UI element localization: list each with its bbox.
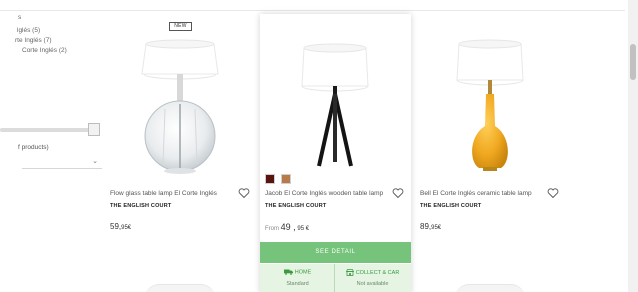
store-icon bbox=[345, 269, 354, 276]
filter-option[interactable]: s bbox=[18, 14, 21, 21]
scrollbar-thumb[interactable] bbox=[630, 44, 636, 80]
next-row-product-image[interactable] bbox=[455, 282, 525, 292]
see-detail-button[interactable]: SEE DETAIL bbox=[260, 242, 411, 263]
delivery-options: HOME Standard COLLECT & CAR Not availabl… bbox=[260, 264, 411, 292]
product-name[interactable]: Flow glass table lamp El Corte Inglés bbox=[110, 190, 217, 197]
product-card-jacob-wooden-lamp[interactable]: Jacob El Corte Inglés wooden table lamp … bbox=[260, 14, 411, 292]
color-swatches bbox=[265, 171, 293, 189]
filter-option[interactable]: rte Inglés (7) bbox=[15, 37, 52, 44]
delivery-home-option[interactable]: HOME Standard bbox=[260, 264, 335, 292]
product-brand: THE ENGLISH COURT bbox=[420, 203, 482, 209]
sort-select[interactable]: ⌄ bbox=[22, 156, 102, 169]
product-price: 89,95€ bbox=[420, 222, 442, 231]
collect-and-car-title: COLLECT & CAR bbox=[335, 269, 410, 276]
chevron-down-icon: ⌄ bbox=[92, 158, 98, 165]
price-range-track[interactable] bbox=[0, 128, 96, 132]
heart-icon[interactable] bbox=[547, 187, 559, 199]
collect-and-car-status: Not available bbox=[356, 281, 389, 287]
price-range-handle[interactable] bbox=[88, 123, 100, 136]
truck-icon bbox=[283, 269, 293, 275]
heart-icon[interactable] bbox=[238, 187, 250, 199]
page-scrollbar[interactable] bbox=[628, 0, 638, 292]
next-row-product-image[interactable] bbox=[145, 282, 215, 292]
delivery-home-status: Standard bbox=[286, 281, 309, 287]
delivery-home-title: HOME bbox=[260, 269, 335, 275]
product-brand: THE ENGLISH COURT bbox=[110, 203, 172, 209]
product-image[interactable] bbox=[105, 34, 255, 179]
product-image[interactable] bbox=[415, 34, 565, 179]
product-brand: THE ENGLISH COURT bbox=[265, 203, 327, 209]
filter-option[interactable]: lglés (5) bbox=[17, 27, 40, 34]
product-name[interactable]: Jacob El Corte Inglés wooden table lamp bbox=[265, 190, 383, 197]
product-card-flow-glass-lamp[interactable]: NEW Flow glass table lamp El Corte Inglé… bbox=[105, 14, 255, 254]
color-swatch-dark-wood[interactable] bbox=[265, 174, 275, 184]
new-badge: NEW bbox=[169, 22, 192, 31]
product-price: 59,95€ bbox=[110, 222, 132, 231]
product-card-bell-ceramic-lamp[interactable]: Bell El Corte Inglés ceramic table lamp … bbox=[415, 14, 565, 254]
product-name[interactable]: Bell El Corte Inglés ceramic table lamp bbox=[420, 190, 532, 197]
product-image[interactable] bbox=[260, 34, 410, 179]
collect-and-car-option[interactable]: COLLECT & CAR Not available bbox=[335, 264, 410, 292]
filter-sidebar: s lglés (5) rte Inglés (7) Corte Inglés … bbox=[0, 0, 104, 292]
products-count: f products) bbox=[18, 144, 49, 151]
product-price: From 49 , 95 € bbox=[265, 222, 310, 232]
color-swatch-light-wood[interactable] bbox=[281, 174, 292, 184]
heart-icon[interactable] bbox=[392, 187, 404, 199]
filter-option[interactable]: Corte Inglés (2) bbox=[22, 47, 67, 54]
